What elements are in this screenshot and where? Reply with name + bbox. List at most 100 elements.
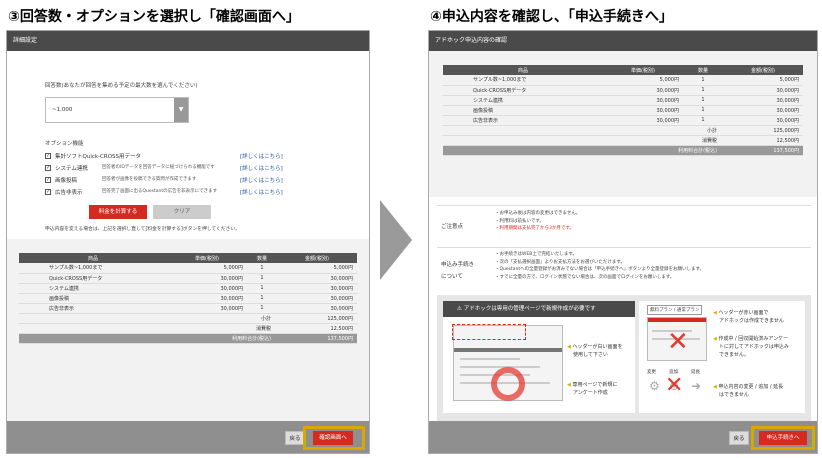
clear-button[interactable]: クリア (153, 205, 211, 219)
right-note: できません。 (719, 351, 749, 358)
detail-settings-panel: 詳細設定 回答数(あなたが回答を集める予定の最大数を選んでください) ~1,00… (6, 30, 370, 454)
option-description: 回答者のIDデータを回答データに紐づけられる機能です (102, 165, 215, 170)
subtotal-row: 小計 125,000円 (19, 313, 357, 324)
amount: 30,000円 (723, 95, 803, 106)
item-name: 広告非表示 (443, 115, 603, 126)
quantity: 1 (247, 283, 277, 294)
table-row: 広告非表示 30,000円 1 30,000円 (443, 115, 803, 126)
tax-label: 消費税 (443, 135, 723, 146)
back-button[interactable]: 戻る (285, 431, 305, 445)
option-name: 画像投稿 (55, 178, 78, 184)
table-header: 単価(税別) (167, 253, 247, 263)
quantity: 1 (247, 273, 277, 284)
option-detail-link[interactable]: [詳しくはこちら] (240, 188, 283, 196)
gear-icon: ⚙ (649, 379, 660, 393)
arrow-right-icon (380, 200, 412, 280)
notice-section: ご注意点 ・お申込み後は内容の変更はできません。 ・利用料は前払いです。 ・利用… (437, 205, 811, 247)
option-detail-link[interactable]: [詳しくはこちら] (240, 152, 283, 160)
unit-price: 30,000円 (167, 303, 247, 314)
subtotal-value: 125,000円 (723, 125, 803, 136)
quantity: 1 (247, 303, 277, 314)
confirm-screen-button[interactable]: 確認画面へ (313, 431, 353, 445)
header-highlight (452, 324, 526, 340)
subtotal-row: 小計 125,000円 (443, 125, 803, 136)
option-detail-link[interactable]: [詳しくはこちら] (240, 176, 283, 184)
option-row: ✓ 集計ソフトQuick-CROSS用データ [詳しくはこちら] (45, 151, 345, 163)
right-note: ◀ ヘッダーが赤い画面で (713, 310, 769, 316)
right-note-line: アドホックは作成できません (719, 318, 784, 324)
bullet-line: ヘッダーが白い画面を (572, 344, 623, 350)
table-header: 商品 (19, 253, 167, 263)
apply-procedure-button[interactable]: 申込手続きへ (759, 431, 807, 445)
quantity: 1 (683, 115, 723, 126)
price-table: 商品 単価(税別) 数量 金額(税別) サンプル数~1,000まで 5,000円 1… (443, 65, 803, 156)
tax-row: 消費税 12,500円 (19, 323, 357, 334)
unit-price: 30,000円 (167, 273, 247, 284)
option-checkbox[interactable]: ✓ (45, 189, 51, 195)
bullet-note: アンケート作成 (573, 389, 608, 396)
procedure-label: 申込み手続き (441, 262, 475, 268)
quantity: 1 (683, 85, 723, 96)
table-row: 画像投稿 30,000円 1 30,000円 (19, 293, 357, 304)
adhoc-info-right: 無料プラン / 通常プラン ✕ ◀ ヘッダーが赤い画面で アドホックは作成できま… (639, 301, 805, 413)
amount: 30,000円 (277, 273, 357, 284)
option-description: 回答者が画像を投稿できる質問が作成できます (102, 177, 197, 182)
table-row: システム連携 30,000円 1 30,000円 (19, 283, 357, 294)
bullet-line: アンケート作成 (573, 390, 608, 396)
procedure-line: ・Questantへの全量登録がお済みでない場合は「申込手続きへ」ボタンより全量… (495, 267, 705, 272)
amount: 5,000円 (277, 263, 357, 274)
table-row: Quick-CROSS用データ 30,000円 1 30,000円 (19, 273, 357, 284)
quantity: 1 (683, 105, 723, 116)
panel-title: 詳細設定 (7, 31, 369, 51)
total-value: 137,500円 (723, 145, 803, 156)
total-label: 利用料合計(税込) (443, 145, 723, 156)
item-name: 画像投稿 (443, 105, 603, 116)
answers-select[interactable]: ~1,000 ▼ (45, 97, 189, 123)
unit-price: 30,000円 (603, 85, 683, 96)
right-note: トに対してアドホックは申込み (719, 343, 789, 350)
right-note: アドホックは作成できません (719, 317, 784, 324)
quantity: 1 (247, 263, 277, 274)
bullet-note: ◀ 専用ページで新規に (567, 382, 618, 388)
option-checkbox[interactable]: ✓ (45, 153, 51, 159)
chevron-down-icon: ▼ (174, 98, 188, 122)
amount: 30,000円 (723, 115, 803, 126)
item-name: 画像投稿 (19, 293, 167, 304)
cross-mark-icon: ✕ (665, 373, 684, 398)
option-checkbox[interactable]: ✓ (45, 177, 51, 183)
procedure-line: ・お手続きはWEB上で完結いたします。 (495, 252, 577, 257)
right-note: ◀ 申込内容の変更 / 追加 / 延長 (713, 384, 784, 390)
notice-label: ご注意点 (441, 224, 464, 230)
procedure-section: 申込み手続き について ・お手続きはWEB上で完結いたします。 ・次の「支払選択… (437, 247, 811, 291)
unit-price: 5,000円 (167, 263, 247, 274)
notice-line: ・お申込み後は内容の変更はできません。 (495, 211, 581, 216)
table-header: 金額(税別) (723, 65, 803, 75)
option-detail-link[interactable]: [詳しくはこちら] (240, 164, 283, 172)
unit-price: 30,000円 (167, 283, 247, 294)
banner-title-text: アドホックは専用の管理ページで新規作成が必要です (463, 306, 596, 312)
amount: 30,000円 (277, 283, 357, 294)
option-row: ✓ 画像投稿 回答者が画像を投稿できる質問が作成できます [詳しくはこちら] (45, 175, 345, 187)
item-name: Quick-CROSS用データ (443, 85, 603, 96)
amount: 30,000円 (277, 303, 357, 314)
step3-title: ③回答数・オプションを選択し「確認画面へ」 (8, 9, 300, 25)
item-name: システム連携 (19, 283, 167, 294)
item-name: サンプル数~1,000まで (443, 75, 603, 86)
right-note-line: 作成中 / 回収開始済みアンケー (718, 336, 789, 342)
item-name: システム連携 (443, 95, 603, 106)
calculate-price-button[interactable]: 料金を計算する (89, 205, 147, 219)
table-row: 画像投稿 30,000円 1 30,000円 (443, 105, 803, 116)
back-button[interactable]: 戻る (729, 431, 749, 445)
table-row: Quick-CROSS用データ 30,000円 1 30,000円 (443, 85, 803, 96)
table-header: 金額(税別) (277, 253, 357, 263)
quantity: 1 (683, 95, 723, 106)
right-note: ◀ 作成中 / 回収開始済みアンケー (713, 336, 789, 342)
extend-arrow-icon: ➜ (691, 379, 702, 393)
total-value: 137,500円 (277, 333, 357, 344)
unit-price: 30,000円 (603, 105, 683, 116)
table-header: 商品 (443, 65, 603, 75)
total-row: 利用料合計(税込) 137,500円 (443, 145, 803, 156)
item-name: Quick-CROSS用データ (19, 273, 167, 284)
option-checkbox[interactable]: ✓ (45, 165, 51, 171)
subtotal-value: 125,000円 (277, 313, 357, 324)
